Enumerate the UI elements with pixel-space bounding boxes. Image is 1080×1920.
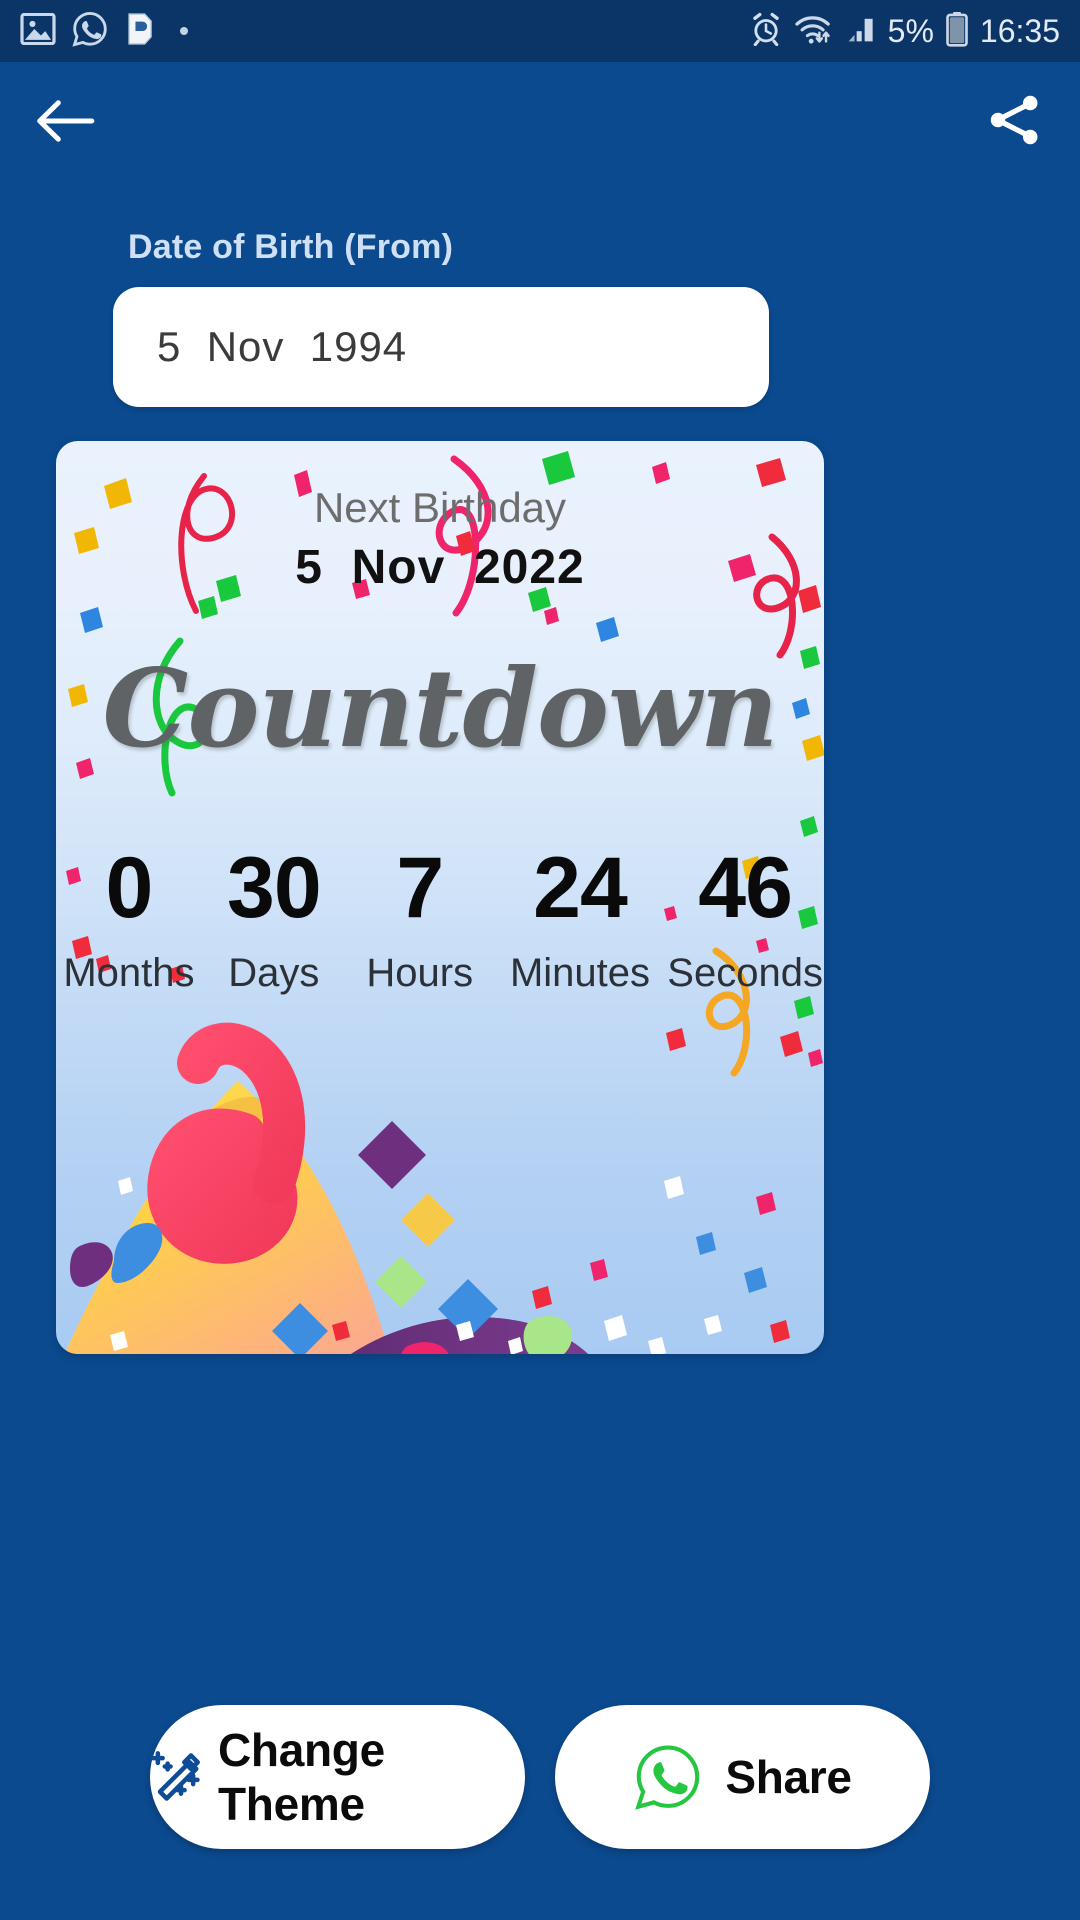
app-p-icon — [124, 12, 154, 51]
next-birthday-date: 5 Nov 2022 — [295, 541, 585, 594]
countdown-seconds-value: 46 — [698, 840, 793, 936]
countdown-days-value: 30 — [227, 840, 322, 936]
whatsapp-icon — [633, 1742, 703, 1812]
alarm-clock-icon — [749, 12, 783, 51]
app-root: 5% 16:35 Date of Birth (From) 5 Nov 1994… — [0, 0, 1080, 1920]
top-navigation-bar — [0, 62, 1080, 182]
back-arrow-icon — [34, 98, 96, 149]
whatsapp-icon — [72, 11, 108, 52]
countdown-card-content: Next Birthday 5 Nov 2022 Countdown 0 Mon… — [56, 441, 824, 1354]
share-label: Share — [725, 1751, 852, 1803]
dob-date-input[interactable]: 5 Nov 1994 — [113, 287, 769, 407]
countdown-months-value: 0 — [105, 840, 154, 936]
bottom-action-bar: Change Theme Share — [0, 1705, 1080, 1849]
countdown-title: Countdown — [102, 646, 779, 772]
dob-date-value: 5 Nov 1994 — [157, 323, 408, 370]
dot-indicator — [180, 27, 188, 35]
countdown-hours-value: 7 — [396, 840, 444, 936]
status-bar-right-icons: 5% 16:35 — [749, 11, 1060, 52]
share-icon — [984, 90, 1044, 155]
clock-time-label: 16:35 — [979, 13, 1060, 49]
countdown-minutes-label: Minutes — [509, 951, 651, 995]
countdown-unit-seconds: 46 Seconds — [666, 845, 824, 993]
countdown-months-label: Months — [63, 951, 195, 995]
change-theme-label: Change Theme — [218, 1724, 385, 1830]
countdown-days-label: Days — [228, 951, 320, 995]
countdown-card: Next Birthday 5 Nov 2022 Countdown 0 Mon… — [56, 441, 824, 1354]
countdown-unit-days: 30 Days — [202, 845, 346, 993]
magic-wand-icon — [150, 1746, 212, 1808]
countdown-unit-months: 0 Months — [56, 845, 202, 993]
countdown-minutes-value: 24 — [533, 840, 628, 936]
next-birthday-label: Next Birthday — [313, 484, 567, 531]
battery-percent-label: 5% — [887, 13, 934, 49]
gallery-image-icon — [20, 12, 56, 50]
status-bar-left-icons — [20, 11, 188, 52]
countdown-units-row: 0 Months 30 Days 7 Hours 24 Minutes 46 S… — [56, 845, 824, 993]
dob-field-label: Date of Birth (From) — [128, 228, 454, 266]
signal-bars-icon — [845, 13, 877, 50]
countdown-unit-hours: 7 Hours — [346, 845, 494, 993]
countdown-hours-label: Hours — [366, 951, 474, 995]
battery-icon — [945, 11, 969, 52]
countdown-unit-minutes: 24 Minutes — [494, 845, 667, 993]
countdown-seconds-label: Seconds — [667, 951, 823, 995]
wifi-icon — [794, 12, 834, 51]
change-theme-button[interactable]: Change Theme — [150, 1705, 525, 1849]
share-button[interactable] — [978, 86, 1050, 158]
back-button[interactable] — [30, 88, 100, 158]
share-whatsapp-button[interactable]: Share — [555, 1705, 930, 1849]
status-bar: 5% 16:35 — [0, 0, 1080, 62]
